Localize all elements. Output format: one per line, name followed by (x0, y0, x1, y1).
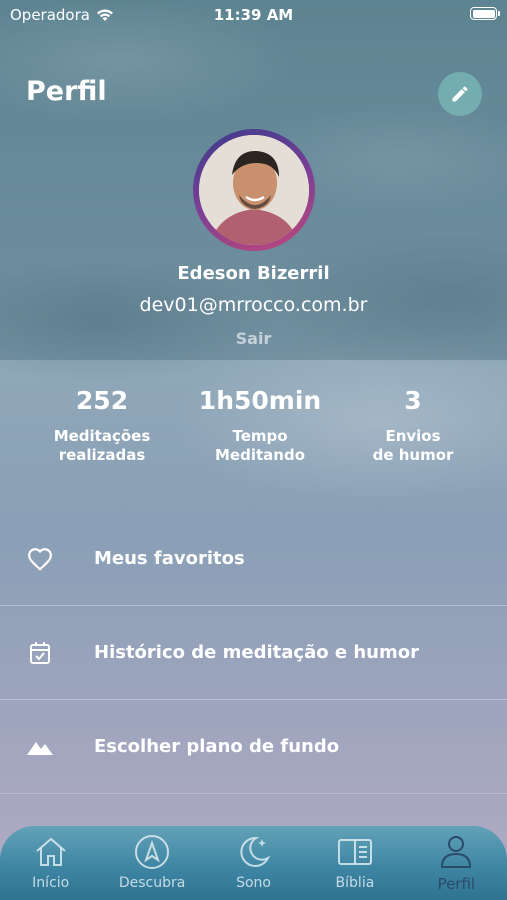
stat-label: Envios de humor (372, 427, 454, 464)
user-email: dev01@mrrocco.com.br (139, 294, 368, 316)
tab-label: Bíblia (335, 875, 375, 891)
stat-value: 252 (75, 386, 129, 415)
tab-sleep[interactable]: Sono (203, 826, 304, 900)
avatar[interactable] (199, 135, 309, 245)
menu-item-history[interactable]: Histórico de meditação e humor (0, 606, 507, 700)
avatar-ring (193, 129, 315, 251)
status-bar: Operadora 11:39 AM (0, 0, 507, 30)
menu-item-background[interactable]: Escolher plano de fundo (0, 700, 507, 794)
stat-label: Meditações realizadas (53, 427, 151, 464)
tab-home[interactable]: Início (0, 826, 101, 900)
tab-label: Descubra (118, 875, 186, 891)
stat-value: 1h50min (198, 386, 322, 415)
tab-bible[interactable]: Bíblia (304, 826, 405, 900)
moon-star-icon (235, 834, 273, 870)
logout-button[interactable]: Sair (0, 329, 507, 348)
heart-icon (26, 545, 54, 573)
status-time: 11:39 AM (213, 6, 294, 24)
person-icon (437, 834, 475, 870)
avatar-photo (199, 135, 309, 245)
tab-discover[interactable]: Descubra (101, 826, 202, 900)
calendar-check-icon (26, 639, 54, 667)
tab-label: Perfil (437, 875, 476, 893)
battery-level (472, 9, 495, 18)
menu-item-label: Histórico de meditação e humor (94, 642, 419, 663)
compass-icon (133, 834, 171, 870)
profile-menu: Meus favoritos Histórico de meditação e … (0, 512, 507, 794)
stat-value: 3 (404, 386, 422, 415)
menu-item-label: Meus favoritos (94, 548, 245, 569)
pencil-icon (452, 86, 468, 102)
mountains-icon (26, 733, 54, 761)
page-title: Perfil (26, 76, 107, 107)
tab-bar: Início Descubra Sono Bíblia Perfil (0, 826, 507, 900)
home-icon (32, 834, 70, 870)
user-name: Edeson Bizerril (177, 263, 330, 284)
stat-label: Tempo Meditando (215, 427, 305, 464)
edit-profile-button[interactable] (438, 72, 482, 116)
tab-profile[interactable]: Perfil (406, 826, 507, 900)
battery-icon (470, 7, 500, 20)
menu-item-label: Escolher plano de fundo (94, 736, 340, 757)
tab-label: Início (32, 875, 70, 891)
stat-meditations: 252 Meditações realizadas (22, 386, 182, 465)
stat-time: 1h50min Tempo Meditando (180, 386, 340, 465)
stat-mood: 3 Envios de humor (333, 386, 493, 465)
menu-item-favorites[interactable]: Meus favoritos (0, 512, 507, 606)
book-icon (336, 834, 374, 870)
stats-row: 252 Meditações realizadas 1h50min Tempo … (0, 386, 507, 476)
tab-label: Sono (236, 875, 271, 891)
